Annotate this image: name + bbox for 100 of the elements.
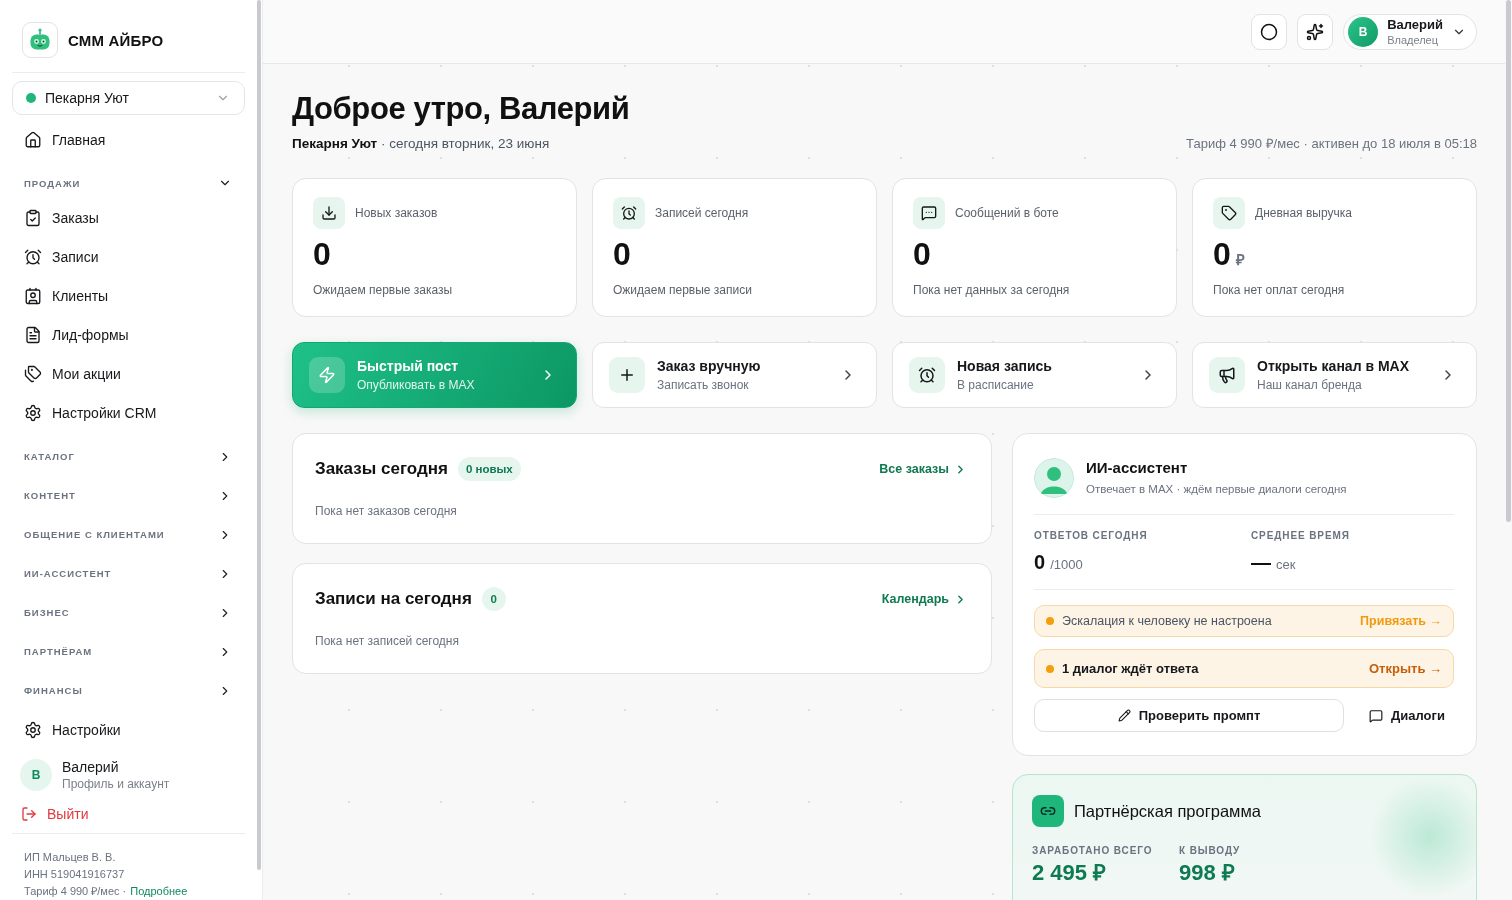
metric-label: ОТВЕТОВ СЕГОДНЯ	[1034, 529, 1149, 543]
action-card[interactable]: Заказ вручную Записать звонок	[592, 342, 877, 408]
user-menu-button[interactable]: В Валерий Владелец	[1343, 13, 1477, 50]
sidebar-section-header[interactable]: ФИНАНСЫ	[12, 671, 245, 711]
sparkle-icon	[1306, 22, 1325, 41]
scrollbar[interactable]	[257, 0, 261, 870]
chat-bubble-icon	[913, 197, 945, 229]
partner-title: Партнёрская программа	[1074, 801, 1261, 821]
metric-label: СРЕДНЕЕ ВРЕМЯ	[1251, 529, 1351, 543]
assistant-subtitle: Отвечает в MAX · ждём первые диалоги сегодня	[1086, 482, 1347, 497]
chat-bubble-icon	[1369, 708, 1384, 723]
metric-unit: /1000	[1050, 557, 1083, 572]
settings-icon	[24, 720, 42, 739]
tag-icon	[1213, 197, 1245, 229]
earnings-label: ЗАРАБОТАНО ВСЕГО	[1032, 844, 1154, 858]
circle-icon	[1260, 22, 1279, 41]
tags-icon	[24, 364, 42, 383]
panel-link[interactable]: Календарь	[881, 592, 967, 606]
empty-state-text: Пока нет записей сегодня	[315, 633, 460, 649]
sidebar-section-header[interactable]: ОБЩЕНИЕ С КЛИЕНТАМИ	[12, 515, 245, 555]
stat-label: Дневная выручка	[1255, 206, 1352, 220]
stat-value: 0	[613, 236, 631, 272]
plus-icon	[609, 357, 645, 393]
document-icon	[24, 325, 42, 344]
alarm-clock-icon	[909, 357, 945, 393]
alert-text: 1 диалог ждёт ответа	[1062, 661, 1200, 676]
circle-button[interactable]	[1251, 13, 1288, 50]
sidebar-item[interactable]: Главная	[12, 120, 245, 160]
warning-dot-icon	[1046, 617, 1054, 625]
scrollbar[interactable]	[1506, 0, 1511, 522]
stat-note: Пока нет данных за сегодня	[913, 282, 1071, 298]
sidebar-section-header[interactable]: КОНТЕНТ	[12, 476, 245, 516]
sidebar-item[interactable]: Настройки	[12, 710, 245, 750]
alarm-clock-icon	[613, 197, 645, 229]
stat-label: Сообщений в боте	[955, 206, 1059, 220]
sidebar-section-header[interactable]: ИИ-АССИСТЕНТ	[12, 554, 245, 594]
status-dot-icon	[26, 93, 36, 104]
action-card[interactable]: Открыть канал в MAX Наш канал бренда	[1192, 342, 1477, 408]
count-badge: 0	[481, 587, 506, 611]
earnings-label: К ВЫВОДУ	[1179, 844, 1242, 858]
metric-unit: сек	[1276, 557, 1296, 572]
details-link[interactable]: Подробнее	[130, 883, 188, 900]
logout-icon	[21, 806, 37, 823]
business-selector[interactable]: Пекарня Уют	[12, 81, 245, 116]
metric-value: —	[1251, 551, 1271, 573]
currency-unit: ₽	[1235, 250, 1245, 269]
contact-card-icon	[24, 286, 42, 305]
link-icon	[1032, 795, 1064, 827]
clipboard-check-icon	[24, 208, 42, 227]
sidebar-section-header[interactable]: ПАРТНЁРАМ	[12, 632, 245, 672]
sparkle-button[interactable]	[1297, 13, 1334, 50]
sidebar-item[interactable]: Записи	[12, 237, 245, 277]
earnings-value: 998 ₽	[1179, 860, 1236, 886]
profile-button[interactable]: В Валерий Профиль и аккаунт	[12, 757, 245, 794]
avatar-icon	[1034, 458, 1074, 498]
warning-dot-icon	[1046, 664, 1054, 673]
panel-title: Записи на сегодня	[315, 589, 472, 609]
sidebar-item[interactable]: Лид-формы	[12, 315, 245, 355]
panel-link[interactable]: Все заказы	[879, 462, 967, 476]
assistant-title: ИИ-ассистент	[1086, 459, 1189, 477]
legal-text: ИП Мальцев В. В.	[24, 850, 117, 865]
check-prompt-button[interactable]: Проверить промпт	[1034, 699, 1344, 732]
alert-text: Эскалация к человеку не настроена	[1062, 614, 1273, 628]
avatar: В	[20, 759, 52, 792]
sidebar-item[interactable]: Клиенты	[12, 276, 245, 316]
logout-button[interactable]: Выйти	[12, 798, 245, 830]
sidebar-section-header[interactable]: КАТАЛОГ	[12, 437, 245, 477]
lightning-icon	[309, 357, 345, 393]
dialogs-button[interactable]: Диалоги	[1360, 699, 1454, 732]
earnings-value: 2 495 ₽	[1032, 860, 1108, 886]
panel-title: Заказы сегодня	[315, 459, 448, 479]
alert-action-link[interactable]: Открыть →	[1369, 661, 1442, 676]
plan-text: Тариф 4 990 ₽/мес ·	[24, 884, 127, 899]
page-subtitle: Пекарня Уют · сегодня вторник, 23 июня	[292, 135, 550, 153]
stat-note: Ожидаем первые заказы	[313, 282, 454, 298]
sidebar-item[interactable]: Заказы	[12, 198, 245, 238]
user-avatar: В	[1348, 16, 1379, 47]
page-title: Доброе утро, Валерий	[292, 91, 631, 127]
stat-value: 0	[913, 236, 931, 272]
alarm-clock-icon	[24, 247, 42, 266]
settings-icon	[24, 403, 42, 422]
count-badge: 0 новых	[457, 457, 521, 481]
stat-value: 0	[313, 236, 331, 272]
download-icon	[313, 197, 345, 229]
brand-name: СММ АЙБРО	[68, 31, 164, 49]
empty-state-text: Пока нет заказов сегодня	[315, 503, 458, 519]
stat-label: Записей сегодня	[655, 206, 749, 220]
robot-logo-icon	[22, 22, 58, 58]
stat-label: Новых заказов	[355, 206, 438, 220]
sidebar-section-header[interactable]: БИЗНЕС	[12, 593, 245, 633]
megaphone-icon	[1209, 357, 1245, 393]
stat-note: Пока нет оплат сегодня	[1213, 282, 1346, 298]
sidebar-item[interactable]: Мои акции	[12, 354, 245, 394]
action-card[interactable]: Новая запись В расписание	[892, 342, 1177, 408]
pencil-icon	[1117, 709, 1131, 722]
stat-note: Ожидаем первые записи	[613, 282, 753, 298]
sidebar-section-header[interactable]: ПРОДАЖИ	[12, 168, 245, 199]
sidebar-item[interactable]: Настройки CRM	[12, 393, 245, 433]
plan-status: Тариф 4 990 ₽/мес · активен до 18 июля в 05:18	[1186, 135, 1477, 153]
home-icon	[24, 130, 42, 149]
